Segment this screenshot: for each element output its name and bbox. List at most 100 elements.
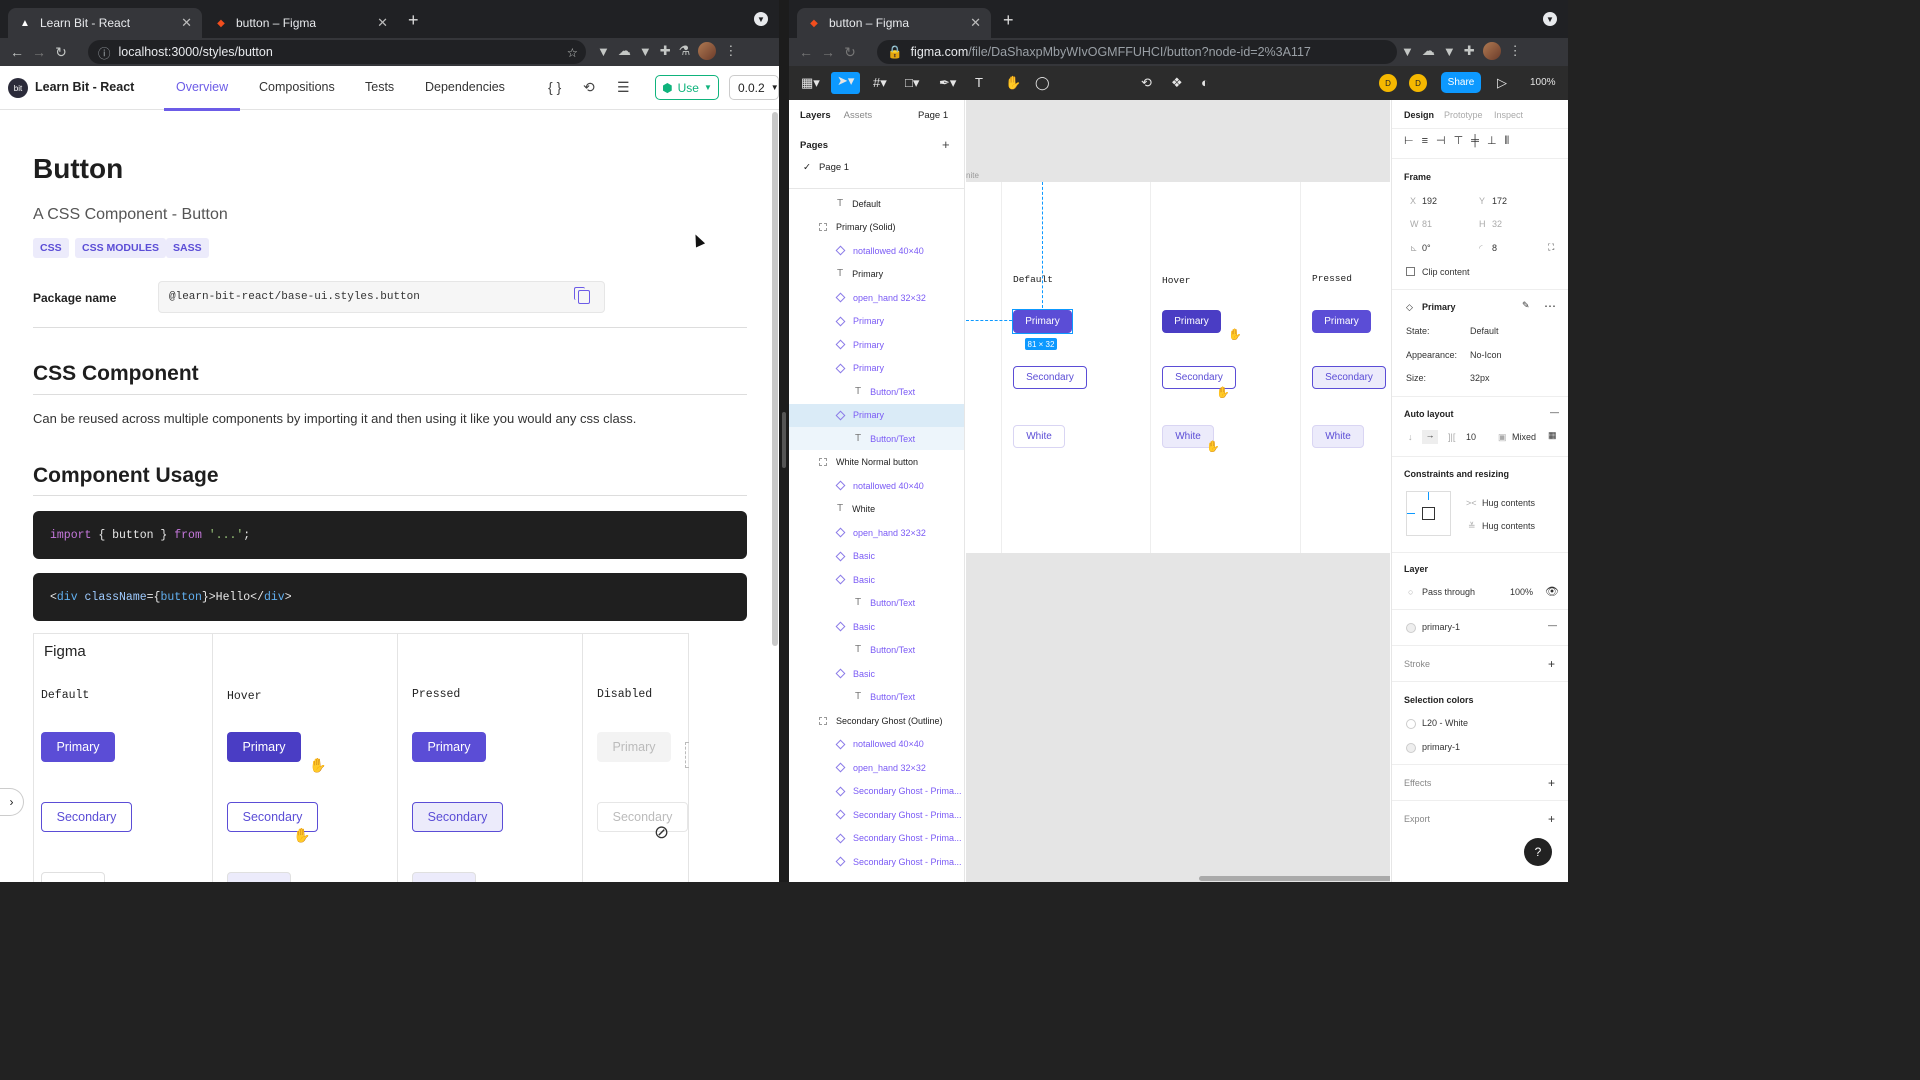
layer-row[interactable]: Basic xyxy=(789,545,964,568)
alignment-grid-icon[interactable]: ▦ xyxy=(1548,430,1557,441)
close-tab-icon[interactable]: ✕ xyxy=(970,15,981,31)
selection-color-row[interactable]: L20 - White xyxy=(1406,718,1468,729)
zoom-level[interactable]: 100% xyxy=(1530,77,1556,88)
white-button-default[interactable] xyxy=(41,872,105,882)
reload-icon[interactable]: ↻ xyxy=(50,44,72,61)
layer-row[interactable]: T Button/Text xyxy=(789,380,964,403)
x-value[interactable]: 192 xyxy=(1422,196,1437,206)
primary-button-default[interactable]: Primary xyxy=(1013,310,1072,333)
layer-row[interactable]: T Primary xyxy=(789,263,964,286)
visibility-eye-icon[interactable]: 👁 xyxy=(1545,585,1559,598)
layer-row[interactable]: notallowed 40×40 xyxy=(789,733,964,756)
clip-content-checkbox[interactable] xyxy=(1406,267,1415,276)
history-icon[interactable]: ⟲ xyxy=(583,79,595,96)
present-play-icon[interactable]: ▷ xyxy=(1497,75,1507,91)
back-icon[interactable]: ← xyxy=(795,44,817,60)
contrast-icon[interactable]: ◐ xyxy=(1201,75,1209,90)
figma-embed-frame[interactable]: Figma Default Hover Pressed Disabled Pri… xyxy=(33,633,689,882)
layer-row[interactable]: open_hand 32×32 xyxy=(789,756,964,779)
pen-tool-icon[interactable]: ✒▾ xyxy=(939,75,956,91)
frame-label[interactable]: Frame xyxy=(1404,172,1431,182)
close-tab-icon[interactable]: ✕ xyxy=(181,15,192,31)
frame-tool-icon[interactable]: #▾ xyxy=(873,75,887,91)
remove-auto-layout-icon[interactable]: — xyxy=(1550,407,1559,417)
direction-down-icon[interactable]: ↓ xyxy=(1408,432,1413,442)
direction-right-icon[interactable]: → xyxy=(1422,430,1438,444)
layer-row[interactable]: notallowed 40×40 xyxy=(789,474,964,497)
tab-compositions[interactable]: Compositions xyxy=(259,80,335,94)
primary-button-default[interactable]: Primary xyxy=(41,732,115,762)
secondary-button-default[interactable]: Secondary xyxy=(1013,366,1087,389)
size-select[interactable]: 32px xyxy=(1470,373,1490,383)
layer-row[interactable]: Basic xyxy=(789,662,964,685)
tag-sass[interactable]: SASS xyxy=(166,238,209,258)
edit-component-icon[interactable]: ✎ xyxy=(1522,300,1530,311)
tab-overview[interactable]: Overview xyxy=(163,80,241,111)
new-tab-icon[interactable]: + xyxy=(1003,10,1014,31)
extensions-puzzle-icon[interactable]: ✚ xyxy=(1464,43,1475,59)
address-bar[interactable]: 🔒 figma.com/file/DaShaxpMbyWIvOGMFFUHCI/… xyxy=(877,40,1397,64)
layer-row[interactable]: Primary xyxy=(789,333,964,356)
layer-row[interactable]: Secondary Ghost - Prima... xyxy=(789,803,964,826)
layer-row[interactable]: Secondary Ghost - Prima... xyxy=(789,827,964,850)
extension-cloud-icon[interactable]: ☁ xyxy=(1422,43,1435,59)
tab-search-icon[interactable]: ▼ xyxy=(754,12,768,26)
h-value[interactable]: 32 xyxy=(1492,219,1502,229)
white-button-hover[interactable] xyxy=(227,872,291,882)
extension-vue2-icon[interactable]: ▼ xyxy=(639,44,652,59)
page-selector[interactable]: Page 1 xyxy=(918,110,948,121)
more-options-icon[interactable]: ⋯ xyxy=(1544,299,1556,313)
blend-mode-select[interactable]: Pass through xyxy=(1422,587,1475,597)
tab-figma[interactable]: ◆ button – Figma ✕ xyxy=(797,8,991,38)
appearance-select[interactable]: No-Icon xyxy=(1470,350,1502,360)
tab-figma[interactable]: ◆ button – Figma ✕ xyxy=(204,8,398,38)
add-stroke-icon[interactable]: + xyxy=(1548,657,1555,671)
tag-css[interactable]: CSS xyxy=(33,238,69,258)
constraint-left[interactable] xyxy=(1407,513,1415,514)
spacing-value[interactable]: 10 xyxy=(1466,432,1476,442)
rotation-value[interactable]: 0° xyxy=(1422,243,1431,253)
menu-kebab-icon[interactable]: ⋮ xyxy=(724,43,737,59)
white-button-default[interactable]: White xyxy=(1013,425,1065,448)
constraints-widget[interactable] xyxy=(1406,491,1451,536)
tab-tests[interactable]: Tests xyxy=(365,80,394,94)
code-block-usage[interactable]: < div className ={button}>Hello</div > xyxy=(33,573,747,621)
page-item[interactable]: ✓ Page 1 xyxy=(803,162,849,173)
layer-row[interactable]: T Button/Text xyxy=(789,592,964,615)
layer-row[interactable]: Secondary Ghost - Prima... xyxy=(789,780,964,803)
tab-design[interactable]: Design xyxy=(1404,110,1434,120)
extension-cloud-icon[interactable]: ☁ xyxy=(618,43,631,59)
bit-logo[interactable]: bit xyxy=(8,78,28,98)
layer-row[interactable]: T Button/Text xyxy=(789,639,964,662)
extension-vue2-icon[interactable]: ▼ xyxy=(1443,44,1456,59)
bookmark-star-icon[interactable]: ☆ xyxy=(567,45,578,60)
primary-button-pressed[interactable]: Primary xyxy=(1312,310,1371,333)
white-button-pressed[interactable]: White xyxy=(1312,425,1364,448)
extension-flask-icon[interactable]: ⚗ xyxy=(679,43,691,59)
use-button[interactable]: ⬢ Use ▼ xyxy=(655,75,719,100)
app-title[interactable]: Learn Bit - React xyxy=(35,80,134,94)
layer-row[interactable]: Basic xyxy=(789,615,964,638)
layer-row[interactable]: Secondary Ghost - Prima... xyxy=(789,850,964,873)
comment-tool-icon[interactable]: ◯ xyxy=(1035,75,1050,91)
extensions-puzzle-icon[interactable]: ✚ xyxy=(660,43,671,59)
layer-row[interactable]: Secondary Ghost (Outline) xyxy=(789,709,964,732)
profile-avatar[interactable] xyxy=(698,42,717,60)
layer-row[interactable]: T Button/Text xyxy=(789,686,964,709)
tab-layers[interactable]: Layers xyxy=(800,110,831,121)
component-icon[interactable]: ❖ xyxy=(1171,75,1183,91)
layer-row[interactable]: open_hand 32×32 xyxy=(789,521,964,544)
reload-icon[interactable]: ↻ xyxy=(839,44,861,61)
resize-icon[interactable]: ⛶ xyxy=(1548,242,1554,253)
selection-color-row[interactable]: primary-1 xyxy=(1406,742,1460,753)
shape-tool-icon[interactable]: □▾ xyxy=(905,75,919,91)
code-braces-icon[interactable]: { } xyxy=(548,79,561,95)
layer-row[interactable]: Primary xyxy=(789,357,964,380)
horizontal-resize-select[interactable]: Hug contents xyxy=(1482,498,1535,508)
code-block-import[interactable]: import { button } from '...'; xyxy=(33,511,747,559)
layer-row[interactable]: T White xyxy=(789,498,964,521)
layer-row[interactable]: open_hand 32×32 xyxy=(789,286,964,309)
profile-avatar[interactable] xyxy=(1482,42,1501,60)
vertical-resize-select[interactable]: Hug contents xyxy=(1482,521,1535,531)
y-value[interactable]: 172 xyxy=(1492,196,1507,206)
